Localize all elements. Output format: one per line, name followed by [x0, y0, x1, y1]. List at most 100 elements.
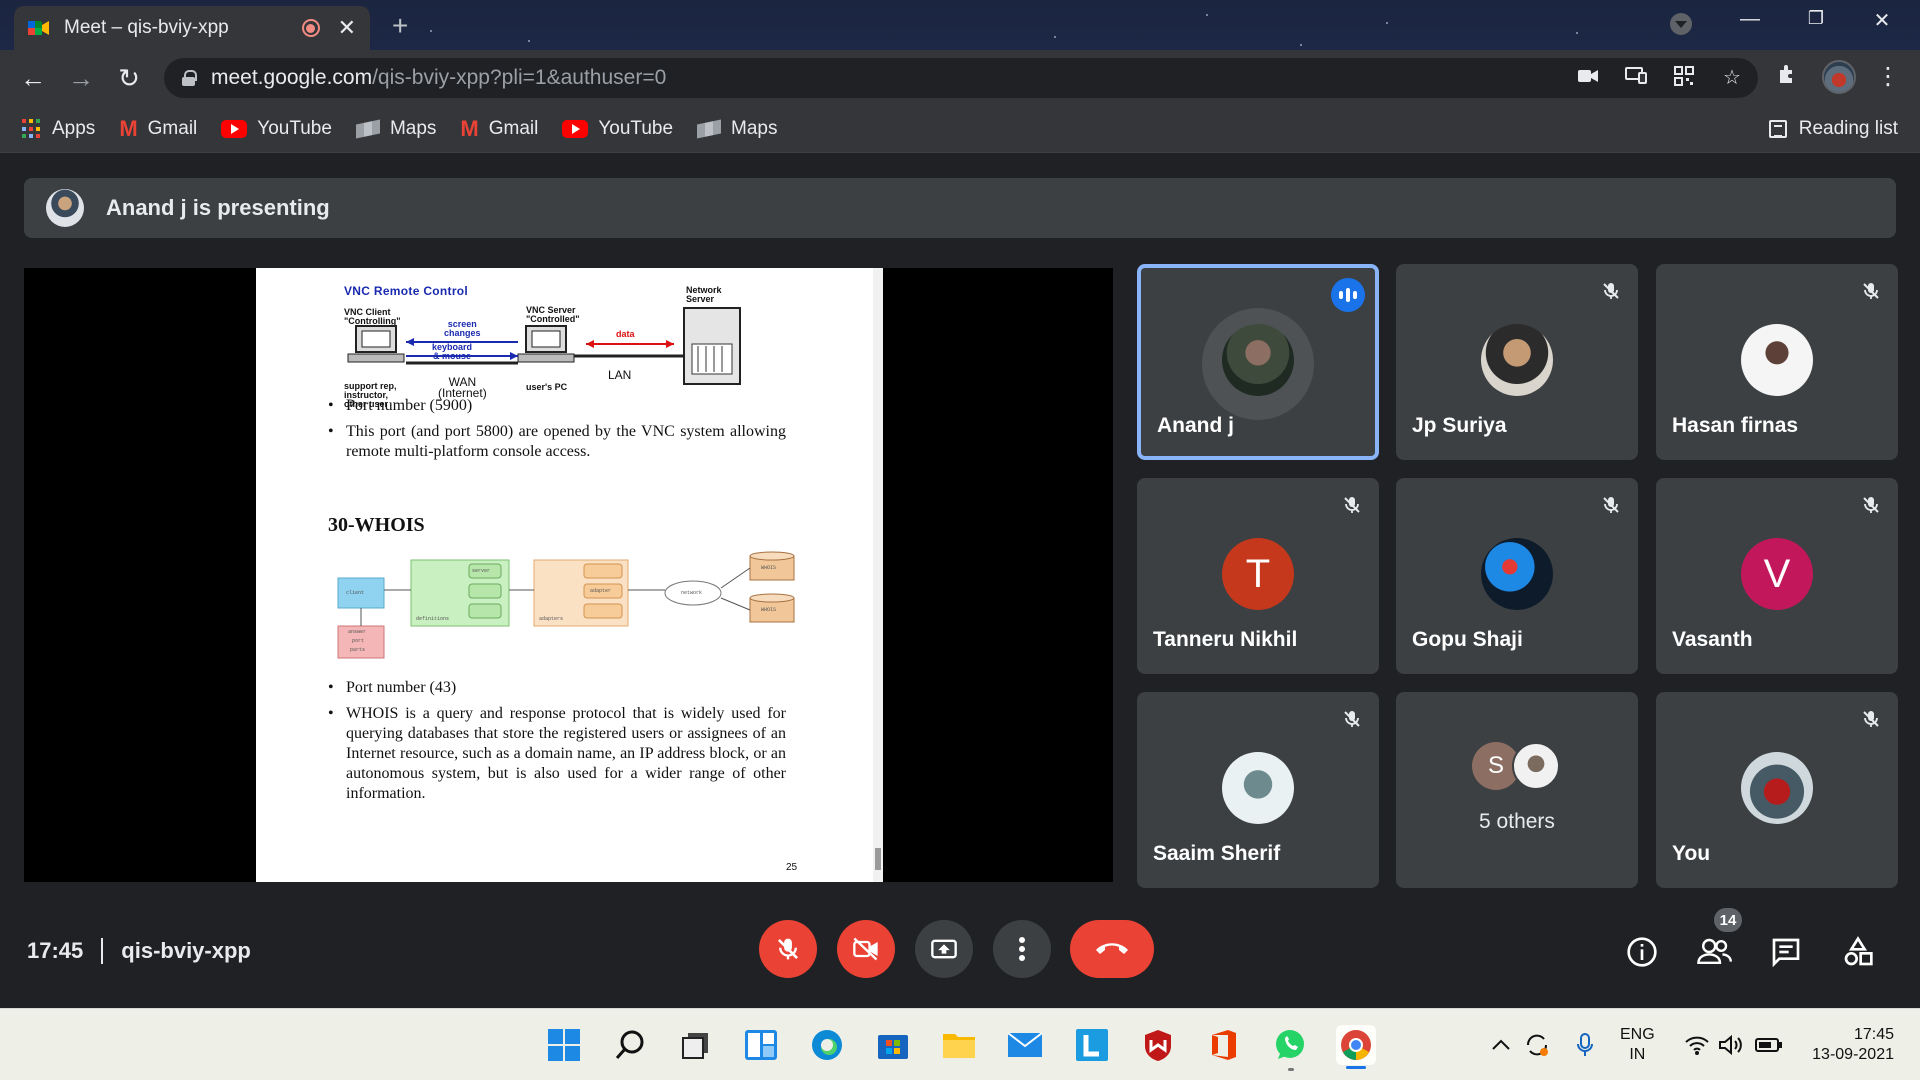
- youtube-icon: [562, 120, 589, 138]
- reading-list-button[interactable]: Reading list: [1768, 106, 1898, 152]
- camera-in-use-icon[interactable]: [1576, 66, 1600, 90]
- profile-avatar[interactable]: [1822, 60, 1856, 94]
- meeting-details: 17:45 qis-bviy-xpp: [27, 938, 251, 964]
- whois-db1-label: WHOIS: [761, 565, 777, 571]
- mic-off-icon: [1856, 490, 1886, 520]
- tab-meet[interactable]: Meet – qis-bviy-xpp ✕: [14, 6, 370, 50]
- recording-icon: [301, 19, 320, 37]
- forward-icon[interactable]: →: [64, 62, 98, 96]
- people-button[interactable]: [1694, 932, 1734, 972]
- store-icon[interactable]: [873, 1025, 913, 1065]
- bookmark-star-icon[interactable]: ☆: [1720, 66, 1744, 90]
- qr-code-icon[interactable]: [1672, 66, 1696, 90]
- present-screen-button[interactable]: [915, 920, 973, 978]
- battery-icon[interactable]: [1754, 1025, 1784, 1065]
- more-options-button[interactable]: [993, 920, 1051, 978]
- meeting-info-button[interactable]: [1622, 932, 1662, 972]
- mic-off-icon: [777, 938, 799, 960]
- camera-off-icon: [853, 937, 878, 961]
- sync-icon[interactable]: [1522, 1025, 1552, 1065]
- address-bar[interactable]: meet.google.com/qis-bviy-xpp?pli=1&authu…: [164, 58, 1758, 98]
- wifi-icon[interactable]: [1682, 1025, 1712, 1065]
- bookmarks-bar: Apps M Gmail YouTube Maps M Gmail YouTub…: [0, 106, 1920, 152]
- bookmark-gmail[interactable]: M Gmail: [119, 116, 197, 142]
- people-count-badge: 14: [1714, 908, 1742, 932]
- restore-icon[interactable]: ❐: [1796, 8, 1836, 38]
- office-icon[interactable]: [1204, 1025, 1244, 1065]
- activities-button[interactable]: [1838, 932, 1878, 972]
- others-tile[interactable]: S 5 others: [1396, 692, 1638, 888]
- speaking-indicator-icon: [1331, 278, 1365, 312]
- participant-name: Hasan firnas: [1672, 414, 1799, 437]
- system-clock[interactable]: 17:45 13-09-2021: [1800, 1025, 1894, 1065]
- cast-icon[interactable]: [1624, 66, 1648, 90]
- edge-icon[interactable]: [807, 1025, 847, 1065]
- mic-off-button[interactable]: [759, 920, 817, 978]
- participant-tile[interactable]: T Tanneru Nikhil: [1137, 478, 1379, 674]
- participant-tile[interactable]: Hasan firnas: [1656, 264, 1898, 460]
- bookmark-maps[interactable]: Maps: [697, 118, 778, 140]
- bookmark-youtube[interactable]: YouTube: [221, 118, 332, 140]
- gmail-icon: M: [460, 116, 479, 141]
- tab-close-icon[interactable]: ✕: [338, 15, 356, 41]
- file-explorer-icon[interactable]: [939, 1025, 979, 1065]
- avatar: [1222, 752, 1294, 824]
- language-code: ENG: [1620, 1026, 1655, 1043]
- bookmark-youtube[interactable]: YouTube: [562, 118, 673, 140]
- active-app-indicator: [1346, 1066, 1366, 1069]
- mcafee-icon[interactable]: [1138, 1025, 1178, 1065]
- avatar: [1512, 742, 1560, 790]
- start-icon[interactable]: [544, 1025, 584, 1065]
- search-icon[interactable]: [610, 1025, 650, 1065]
- extensions-icon[interactable]: [1776, 62, 1800, 93]
- shared-screen: VNC Remote Control VNC Client "Controlli…: [24, 268, 1113, 882]
- participant-name: Vasanth: [1672, 628, 1753, 651]
- activities-icon: [1844, 936, 1873, 966]
- bookmark-maps[interactable]: Maps: [355, 118, 437, 140]
- back-icon[interactable]: ←: [16, 62, 50, 96]
- camera-off-button[interactable]: [837, 920, 895, 978]
- bookmark-apps[interactable]: Apps: [22, 118, 95, 140]
- whois-adapter-label: adapter: [590, 588, 612, 594]
- participant-name: Tanneru Nikhil: [1153, 628, 1298, 651]
- window-close-icon[interactable]: ✕: [1862, 8, 1902, 38]
- whatsapp-icon[interactable]: [1270, 1025, 1310, 1065]
- chat-button[interactable]: [1766, 932, 1806, 972]
- minimize-icon[interactable]: —: [1730, 8, 1770, 38]
- mail-icon[interactable]: [1005, 1025, 1045, 1065]
- reading-list-icon: [1768, 120, 1787, 138]
- chrome-icon[interactable]: [1336, 1025, 1376, 1065]
- lock-icon[interactable]: [182, 70, 197, 86]
- bullet-whois-description: WHOIS is a query and response protocol t…: [328, 704, 786, 804]
- whois-parts-label: parts: [350, 647, 366, 653]
- tab-search-icon[interactable]: [1670, 13, 1692, 35]
- browser-menu-icon[interactable]: ⋮: [1876, 62, 1900, 91]
- show-hidden-icons-icon[interactable]: [1486, 1025, 1516, 1065]
- whois-server-label: server: [472, 568, 491, 574]
- l-app-icon[interactable]: [1072, 1025, 1112, 1065]
- slide-scrollbar[interactable]: [873, 268, 883, 882]
- reading-list-label: Reading list: [1798, 118, 1898, 139]
- whois-port-label: port: [352, 638, 365, 644]
- task-view-icon[interactable]: [675, 1025, 715, 1065]
- presenter-avatar: [46, 189, 84, 227]
- meeting-time: 17:45: [27, 938, 84, 963]
- participant-tile[interactable]: V Vasanth: [1656, 478, 1898, 674]
- volume-icon[interactable]: [1716, 1025, 1746, 1065]
- browser-chrome: Meet – qis-bviy-xpp ✕ + — ❐ ✕ ← → ↻ meet…: [0, 0, 1920, 152]
- bookmark-label: Maps: [389, 118, 437, 139]
- bookmark-gmail[interactable]: M Gmail: [460, 116, 538, 142]
- language-indicator[interactable]: ENG IN: [1620, 1025, 1655, 1065]
- widgets-icon[interactable]: [741, 1025, 781, 1065]
- participant-tile[interactable]: Jp Suriya: [1396, 264, 1638, 460]
- self-tile[interactable]: You: [1656, 692, 1898, 888]
- microphone-icon[interactable]: [1570, 1025, 1600, 1065]
- participant-tile[interactable]: Saaim Sherif: [1137, 692, 1379, 888]
- reload-icon[interactable]: ↻: [112, 62, 146, 96]
- others-avatars: S: [1472, 742, 1572, 792]
- participant-tile[interactable]: Gopu Shaji: [1396, 478, 1638, 674]
- participant-tile[interactable]: Anand j: [1137, 264, 1379, 460]
- leave-call-button[interactable]: [1070, 920, 1154, 978]
- avatar: [1741, 324, 1813, 396]
- new-tab-icon[interactable]: +: [392, 10, 408, 42]
